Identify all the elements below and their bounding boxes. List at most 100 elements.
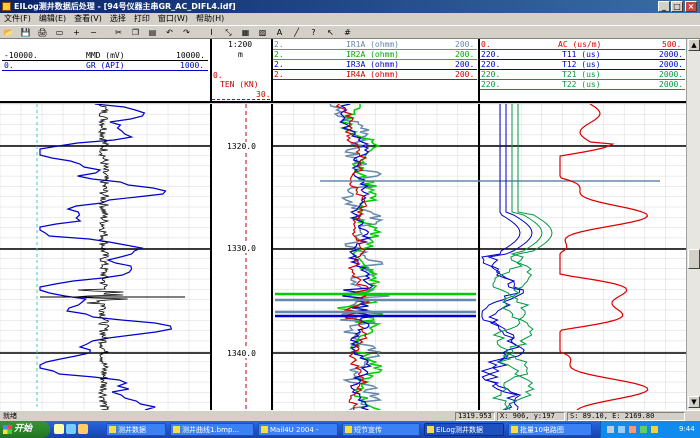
ten-right-scale: 30. <box>256 90 271 99</box>
quicklaunch-ie-icon[interactable] <box>54 424 64 434</box>
track-separator <box>478 104 480 410</box>
status-cursor-position: X: 906, y:197 <box>497 412 565 421</box>
help-icon[interactable]: ? <box>308 27 319 38</box>
ir1a-curve-name: IR1A (ohmm) <box>346 40 399 49</box>
ir3a-right-scale: 200. <box>455 60 475 69</box>
depth-label-1320: 1320.0 <box>227 142 256 151</box>
ir1a-right-scale: 200. <box>455 40 475 49</box>
mail-icon <box>261 426 268 433</box>
t11-right-scale: 2000. <box>659 50 684 59</box>
grid-icon[interactable]: # <box>342 27 353 38</box>
t21-left-scale: 220. <box>481 70 501 79</box>
tray-security-icon[interactable] <box>640 426 647 433</box>
ir2a-left-scale: 2. <box>274 50 284 59</box>
zoom-out-icon[interactable]: − <box>88 27 99 38</box>
tray-network-icon[interactable] <box>607 426 614 433</box>
folder-icon <box>109 426 116 433</box>
menu-window[interactable]: 窗口(W) <box>154 13 192 25</box>
maximize-button[interactable]: □ <box>671 1 683 12</box>
scroll-down-button[interactable]: ▼ <box>688 396 700 408</box>
scroll-thumb[interactable] <box>688 249 700 269</box>
taskbar-btn-bmp[interactable]: 测井曲线1.bmp... <box>170 423 254 436</box>
app-icon <box>427 426 434 433</box>
image-icon <box>173 426 180 433</box>
log-curves-svg[interactable] <box>0 104 686 410</box>
quicklaunch-folder-icon[interactable] <box>78 424 88 434</box>
tray-ime-icon[interactable] <box>651 426 658 433</box>
close-button[interactable]: × <box>685 1 697 12</box>
ir2a-curve <box>337 104 384 410</box>
paste-icon[interactable]: ▤ <box>147 27 158 38</box>
t21-right-scale: 2000. <box>659 70 684 79</box>
taskbar-btn-circuit[interactable]: 批量10电路图 <box>508 423 592 436</box>
t22-left-scale: 220. <box>481 80 501 89</box>
curve-icon[interactable]: ⤡ <box>223 27 234 38</box>
redo-icon[interactable]: ↷ <box>181 27 192 38</box>
title-bar: EILog测井数据后处理 - [94号仪器主串GR_AC_DIFL4.idf] … <box>0 0 700 13</box>
minimize-button[interactable]: _ <box>658 1 670 12</box>
scroll-up-button[interactable]: ▲ <box>688 39 700 51</box>
pointer-icon[interactable]: ↖ <box>325 27 336 38</box>
t12-right-scale: 2000. <box>659 60 684 69</box>
t12-curve-name: T12 (us) <box>562 60 601 69</box>
ir3a-left-scale: 2. <box>274 60 284 69</box>
menu-print[interactable]: 打印 <box>130 13 154 25</box>
t11-curve-name: T11 (us) <box>562 50 601 59</box>
cut-icon[interactable]: ✂ <box>113 27 124 38</box>
ac-right-scale: 500. <box>662 40 682 49</box>
menu-view[interactable]: 查看(V) <box>70 13 106 25</box>
t12-left-scale: 220. <box>481 60 501 69</box>
mmd-curve-name: MMD (mV) <box>86 51 125 60</box>
menu-edit[interactable]: 编辑(E) <box>35 13 70 25</box>
start-button[interactable]: 开始 <box>0 421 50 438</box>
menu-select[interactable]: 选择 <box>106 13 130 25</box>
gr-right-scale: 1000. <box>180 61 205 70</box>
track-icon[interactable]: ▦ <box>240 27 251 38</box>
ac-curve <box>559 104 649 410</box>
line-icon[interactable]: ╱ <box>291 27 302 38</box>
windows-logo-icon <box>3 425 12 434</box>
taskbar-btn-logdata[interactable]: 测井数据 <box>106 423 166 436</box>
system-tray: 9:44 <box>600 421 700 438</box>
menu-help[interactable]: 帮助(H) <box>192 13 228 25</box>
status-bar: 就绪 1319.953 X: 906, y:197 S: 89.10, E: 2… <box>0 410 700 421</box>
gr-curve-name: GR (API) <box>86 61 125 70</box>
ac-left-scale: 0. <box>481 40 491 49</box>
status-text: 就绪 <box>3 412 17 420</box>
tray-app-icon[interactable] <box>629 426 636 433</box>
track-header: -10000. MMD (mV) 10000. 0. GR (API) 1000… <box>0 39 686 103</box>
copy-icon[interactable]: ❐ <box>130 27 141 38</box>
zoom-in-icon[interactable]: + <box>71 27 82 38</box>
text-icon[interactable]: A <box>274 27 285 38</box>
taskbar-btn-mail[interactable]: Mail4U 2004 - <box>258 423 338 436</box>
ac-curve-name: AC (us/m) <box>558 40 602 49</box>
print-icon[interactable]: 🖨 <box>37 27 48 38</box>
depth-label-1340: 1340.0 <box>227 349 256 358</box>
clock: 9:44 <box>679 425 695 433</box>
taskbar-btn-eilog-active[interactable]: EILog测井数据 <box>424 423 504 436</box>
mmd-left-scale: -10000. <box>4 51 38 60</box>
undo-icon[interactable]: ↶ <box>164 27 175 38</box>
log-plot-area[interactable]: 1320.0 1330.0 1340.0 <box>0 104 686 410</box>
ir4a-left-scale: 2. <box>274 70 284 79</box>
t22-curve-name: T22 (us) <box>562 80 601 89</box>
vertical-scrollbar[interactable]: ▲ ▼ <box>686 39 700 410</box>
status-scale-info: S: 89.10, E: 2169.80 <box>567 412 685 421</box>
window-title: EILog测井数据后处理 - [94号仪器主串GR_AC_DIFL4.idf] <box>14 2 236 11</box>
menu-file[interactable]: 文件(F) <box>0 13 35 25</box>
track-separator <box>271 104 273 410</box>
ten-left-scale: 0. <box>213 71 223 80</box>
preview-icon[interactable]: ▭ <box>54 27 65 38</box>
ir4a-right-scale: 200. <box>455 70 475 79</box>
taskbar-btn-docs[interactable]: 短节宣传 <box>342 423 420 436</box>
tray-volume-icon[interactable] <box>618 426 625 433</box>
ir2a-right-scale: 200. <box>455 50 475 59</box>
t21-curve-name: T21 (us) <box>562 70 601 79</box>
save-icon[interactable]: 💾 <box>20 27 31 38</box>
status-depth: 1319.953 <box>455 412 495 421</box>
depth-icon[interactable]: I <box>206 27 217 38</box>
fill-icon[interactable]: ▨ <box>257 27 268 38</box>
t22-right-scale: 2000. <box>659 80 684 89</box>
quicklaunch-desktop-icon[interactable] <box>66 424 76 434</box>
open-icon[interactable]: 📂 <box>3 27 14 38</box>
